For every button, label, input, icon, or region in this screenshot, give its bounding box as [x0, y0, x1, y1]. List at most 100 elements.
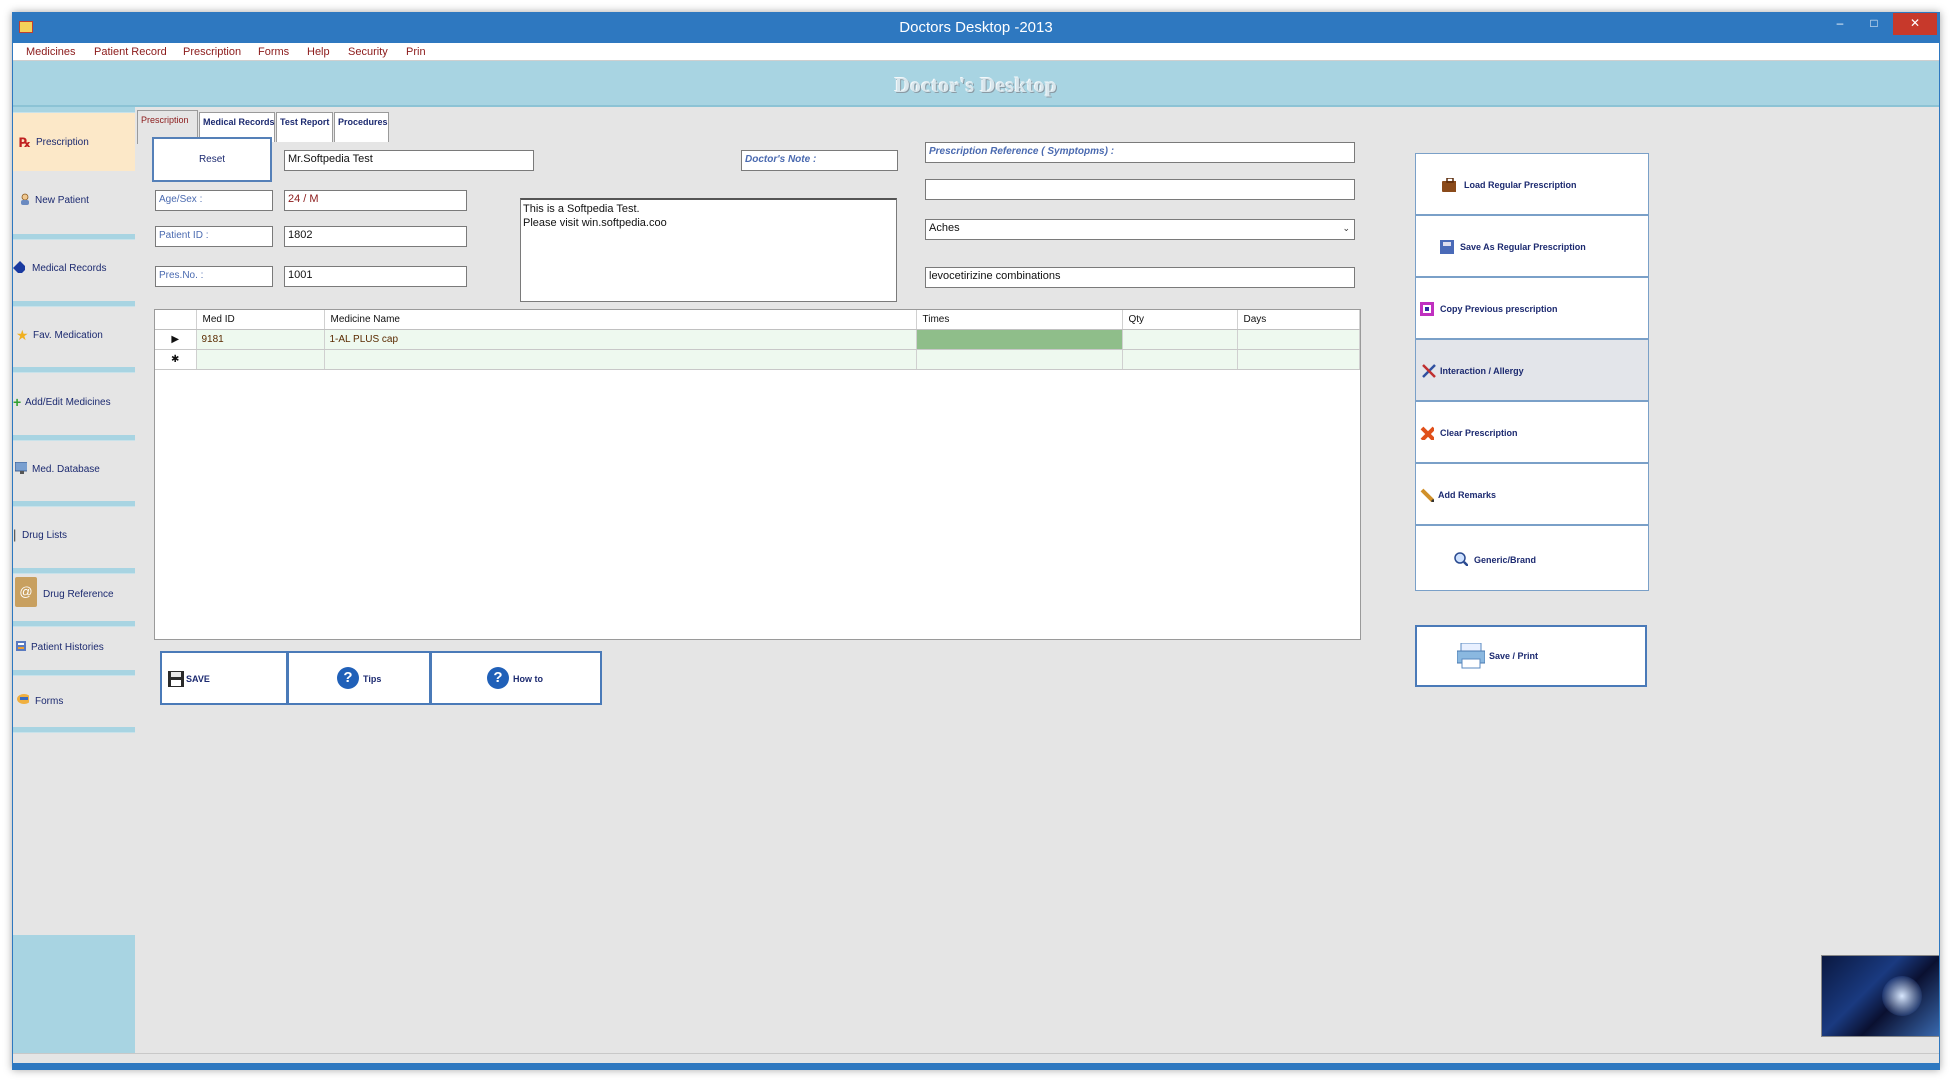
- load-regular-prescription-button[interactable]: Load Regular Prescription: [1415, 153, 1649, 215]
- symptom-select[interactable]: Aches ⌄: [925, 219, 1355, 240]
- save-print-button[interactable]: Save / Print: [1415, 625, 1647, 687]
- sidebar-item-label: Forms: [35, 696, 64, 707]
- title-bar: Doctors Desktop -2013 – □ ✕: [13, 13, 1939, 43]
- grid-column-header[interactable]: Days: [1237, 310, 1360, 330]
- grid-row-header-column: [155, 310, 197, 330]
- doctor-notes-textarea[interactable]: This is a Softpedia Test. Please visit w…: [520, 198, 897, 302]
- button-label: Generic/Brand: [1474, 555, 1537, 565]
- times-cell[interactable]: [916, 329, 1123, 350]
- new-row-icon[interactable]: ✱: [155, 349, 197, 370]
- menu-print[interactable]: Prin: [406, 46, 426, 58]
- sidebar-divider: [13, 435, 135, 441]
- floppy-disk-icon: [168, 671, 184, 687]
- medicine-name-cell[interactable]: [324, 349, 917, 370]
- button-label: Interaction / Allergy: [1440, 366, 1524, 376]
- sidebar-item-new-patient[interactable]: New Patient: [13, 173, 135, 229]
- window-title: Doctors Desktop -2013: [899, 19, 1053, 36]
- save-print-label: Save / Print: [1489, 651, 1539, 661]
- add-remarks-button[interactable]: Add Remarks: [1415, 463, 1649, 525]
- sidebar-item-forms[interactable]: Forms: [13, 677, 135, 725]
- reference-input[interactable]: [925, 179, 1355, 200]
- medicine-grid: Med ID Medicine Name Times Qty Days ▶ 91…: [154, 309, 1361, 640]
- save-button[interactable]: SAVE: [160, 651, 288, 705]
- button-label: Load Regular Prescription: [1464, 180, 1577, 190]
- tab-procedures[interactable]: Procedures: [334, 112, 389, 142]
- chevron-down-icon[interactable]: ⌄: [1342, 223, 1350, 234]
- sidebar-item-add-edit-medicines[interactable]: + Add/Edit Medicines: [13, 375, 135, 431]
- menu-help[interactable]: Help: [307, 46, 330, 58]
- menu-medicines[interactable]: Medicines: [26, 46, 76, 58]
- sidebar-divider: [13, 621, 135, 627]
- sidebar-item-med-database[interactable]: Med. Database: [13, 442, 135, 498]
- sidebar-divider: [13, 301, 135, 307]
- save-as-regular-prescription-button[interactable]: Save As Regular Prescription: [1415, 215, 1649, 277]
- at-icon: @: [15, 577, 37, 607]
- sidebar-item-label: Fav. Medication: [33, 330, 103, 341]
- menu-patient-record[interactable]: Patient Record: [94, 46, 167, 58]
- pres-no-label: Pres.No. :: [155, 266, 273, 287]
- banner-title: Doctor's Desktop: [894, 73, 1058, 97]
- reset-button[interactable]: Reset: [152, 137, 272, 182]
- grid-column-header[interactable]: Times: [916, 310, 1123, 330]
- sidebar-item-label: New Patient: [35, 195, 89, 206]
- sidebar-item-medical-records[interactable]: Medical Records: [13, 241, 135, 297]
- clear-prescription-button[interactable]: Clear Prescription: [1415, 401, 1649, 463]
- question-icon: ?: [337, 667, 359, 689]
- grid-column-header[interactable]: Qty: [1122, 310, 1238, 330]
- sidebar-divider: [13, 568, 135, 574]
- drug-note-field[interactable]: levocetirizine combinations: [925, 267, 1355, 288]
- sidebar: ℞ Prescription New Patient Medical Recor…: [13, 107, 135, 1053]
- sidebar-item-prescription[interactable]: ℞ Prescription: [13, 113, 135, 171]
- pres-no-field[interactable]: 1001: [284, 266, 467, 287]
- sidebar-item-label: Patient Histories: [31, 642, 104, 653]
- minimize-button[interactable]: –: [1823, 13, 1857, 35]
- menu-prescription[interactable]: Prescription: [183, 46, 241, 58]
- days-cell[interactable]: [1237, 349, 1360, 370]
- days-cell[interactable]: [1237, 329, 1360, 350]
- printer-icon: [1457, 643, 1485, 669]
- maximize-button[interactable]: □: [1857, 13, 1891, 35]
- bottom-stripe: [13, 1063, 1939, 1069]
- how-to-button[interactable]: ? How to: [430, 651, 602, 705]
- qty-cell[interactable]: [1122, 349, 1238, 370]
- times-cell[interactable]: [916, 349, 1123, 370]
- generic-brand-button[interactable]: Generic/Brand: [1415, 525, 1649, 591]
- age-sex-field[interactable]: 24 / M: [284, 190, 467, 211]
- patient-name-field[interactable]: Mr.Softpedia Test: [284, 150, 534, 171]
- save-label: SAVE: [186, 674, 210, 684]
- pencil-icon: [1420, 488, 1434, 502]
- sidebar-divider: [13, 727, 135, 733]
- grid-column-header[interactable]: Med ID: [196, 310, 325, 330]
- question-icon: ?: [487, 667, 509, 689]
- close-button[interactable]: ✕: [1893, 13, 1937, 35]
- sidebar-item-label: Med. Database: [32, 464, 100, 475]
- grid-column-header[interactable]: Medicine Name: [324, 310, 917, 330]
- patient-id-field[interactable]: 1802: [284, 226, 467, 247]
- tab-test-report[interactable]: Test Report: [276, 112, 333, 142]
- menu-security[interactable]: Security: [348, 46, 388, 58]
- sidebar-divider: [13, 234, 135, 240]
- sidebar-item-fav-medication[interactable]: ★ Fav. Medication: [13, 308, 135, 364]
- medicine-name-cell[interactable]: 1-AL PLUS cap: [324, 329, 917, 350]
- med-id-cell[interactable]: [196, 349, 325, 370]
- sidebar-item-drug-reference[interactable]: @ Drug Reference: [13, 575, 135, 619]
- monitor-icon: [15, 462, 27, 474]
- menu-bar: Medicines Patient Record Prescription Fo…: [13, 43, 1939, 61]
- interaction-allergy-button[interactable]: Interaction / Allergy: [1415, 339, 1649, 401]
- records-icon: [13, 261, 25, 273]
- table-row[interactable]: ✱: [155, 349, 1360, 370]
- copy-previous-prescription-button[interactable]: Copy Previous prescription: [1415, 277, 1649, 339]
- med-id-cell[interactable]: 9181: [196, 329, 325, 350]
- tools-icon: [1422, 364, 1436, 378]
- button-label: Save As Regular Prescription: [1460, 242, 1586, 252]
- history-icon: [16, 641, 26, 651]
- qty-cell[interactable]: [1122, 329, 1238, 350]
- menu-forms[interactable]: Forms: [258, 46, 289, 58]
- table-row[interactable]: ▶ 9181 1-AL PLUS cap: [155, 329, 1360, 350]
- tips-button[interactable]: ? Tips: [287, 651, 431, 705]
- doctor-note-label: Doctor's Note :: [741, 150, 898, 171]
- sidebar-item-drug-lists[interactable]: | Drug Lists: [13, 508, 135, 564]
- copy-icon: [1420, 302, 1434, 316]
- sidebar-item-patient-histories[interactable]: Patient Histories: [13, 628, 135, 672]
- row-marker-icon[interactable]: ▶: [155, 329, 197, 350]
